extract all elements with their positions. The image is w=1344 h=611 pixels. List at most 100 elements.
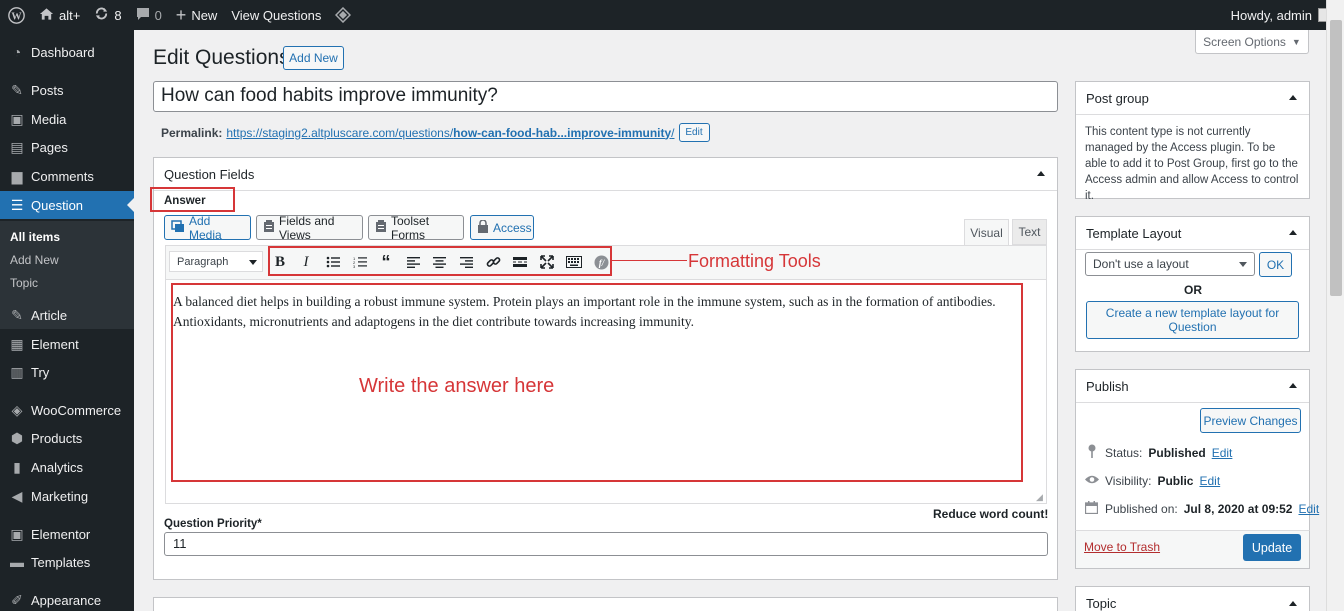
topic-header[interactable]: Topic [1076,587,1309,611]
access-button[interactable]: Access [470,215,534,240]
menu-item-question[interactable]: ☰ Question [0,191,134,219]
permalink-label: Permalink: [161,125,223,140]
comments-icon: ▆ [11,167,23,184]
menu-item-appearance[interactable]: ✐ Appearance [0,586,134,611]
annotation-line [612,260,687,261]
view-questions-link[interactable]: View Questions [224,0,328,30]
plus-icon: + [175,5,187,25]
menu-item-woocommerce[interactable]: ◈ WooCommerce [0,396,134,424]
answer-area-highlight-box [171,283,1023,482]
menu-item-analytics[interactable]: ▮ Analytics [0,453,134,481]
new-content-link[interactable]: + New [169,0,225,30]
menu-item-try[interactable]: ▥ Try [0,358,134,386]
caret-down-icon: ▼ [1291,36,1301,47]
new-label: New [191,7,218,23]
post-title-input[interactable]: How can food habits improve immunity? [153,81,1058,112]
bar-chart-icon: ▮ [13,458,21,475]
preview-changes-button[interactable]: Preview Changes [1200,408,1301,433]
menu-item-templates[interactable]: ▬ Templates [0,548,134,576]
permalink-edit-button[interactable]: Edit [678,123,710,142]
fields-and-views-button[interactable]: Fields and Views [256,214,363,242]
toggle-arrow-icon[interactable] [1289,601,1297,606]
layout-ok-button[interactable]: OK [1259,252,1292,277]
menu-item-pages[interactable]: ▤ Pages [0,133,134,161]
admin-bar: W alt+ 8 0 + New View Questions Howdy, a… [0,0,1344,30]
formatting-tools-highlight-box [268,246,612,276]
layout-select[interactable]: Don't use a layout [1085,252,1255,276]
answer-highlight-box [150,187,235,212]
menu-item-label: Element [31,336,79,352]
post-group-title: Post group [1086,90,1149,106]
toolset-icon[interactable] [328,0,358,30]
menu-item-label: Media [31,111,67,127]
media-icon [171,219,185,236]
toggle-arrow-icon[interactable] [1289,383,1297,388]
fields-views-icon [263,219,275,236]
scrollbar-thumb[interactable] [1330,20,1342,296]
status-edit-link[interactable]: Edit [1212,446,1233,460]
comments-link[interactable]: 0 [129,0,169,30]
visibility-label: Visibility: [1105,473,1152,488]
page-scrollbar[interactable] [1326,0,1344,611]
toolset-forms-button[interactable]: Toolset Forms [368,214,464,242]
resize-handle-icon[interactable]: ◢ [1036,492,1043,503]
visibility-edit-link[interactable]: Edit [1199,474,1220,488]
permalink-link[interactable]: https://staging2.altpluscare.com/questio… [226,126,674,140]
add-new-button[interactable]: Add New [283,46,344,70]
menu-item-label: Posts [31,82,64,98]
create-template-layout-button[interactable]: Create a new template layout for Questio… [1086,301,1299,339]
submenu-topic[interactable]: Topic [10,276,38,290]
menu-item-label: Question [31,197,84,213]
template-layout-title: Template Layout [1086,225,1182,241]
post-group-header[interactable]: Post group [1076,82,1309,115]
status-row: Status: Published Edit [1084,444,1232,461]
menu-item-label: WooCommerce [31,402,122,418]
box-icon: ⬢ [10,429,24,446]
priority-label: Question Priority* [164,518,262,530]
toggle-arrow-icon[interactable] [1289,230,1297,235]
updates-link[interactable]: 8 [87,0,128,30]
try-icon: ▥ [10,363,24,380]
permalink-end: / [671,125,675,140]
toggle-arrow-icon[interactable] [1037,171,1045,176]
menu-item-comments[interactable]: ▆ Comments [0,162,134,190]
menu-item-label: Dashboard [31,44,95,60]
tab-text[interactable]: Text [1012,219,1047,245]
menu-item-element[interactable]: ▦ Element [0,330,134,358]
published-edit-link[interactable]: Edit [1298,502,1319,516]
add-media-button[interactable]: Add Media [164,214,251,242]
comment-icon [136,7,150,24]
comments-count: 0 [154,7,162,23]
menu-item-dashboard[interactable]: ◔ Dashboard [0,38,134,66]
tab-visual[interactable]: Visual [964,219,1009,246]
screen-options-button[interactable]: Screen Options ▼ [1195,30,1309,54]
paragraph-format-select[interactable]: Paragraph [169,251,263,272]
screen-options-label: Screen Options [1203,34,1286,49]
site-name-link[interactable]: alt+ [32,0,87,30]
menu-item-marketing[interactable]: ◀ Marketing [0,482,134,510]
wordpress-logo-icon[interactable]: W [0,0,32,30]
priority-input[interactable]: 11 [164,532,1048,556]
toggle-arrow-icon[interactable] [1289,95,1297,100]
next-box [153,597,1058,611]
update-button[interactable]: Update [1243,534,1301,561]
pin-icon: ✎ [11,81,23,98]
dashboard-icon: ◔ [12,44,22,60]
menu-item-label: Pages [31,139,68,155]
publish-title: Publish [1086,378,1129,394]
submenu-all-items[interactable]: All items [10,230,60,244]
template-layout-header[interactable]: Template Layout [1076,217,1309,250]
forms-icon [375,219,387,236]
menu-item-posts[interactable]: ✎ Posts [0,76,134,104]
menu-item-article[interactable]: ✎ Article [0,301,134,329]
move-to-trash-link[interactable]: Move to Trash [1084,540,1160,554]
menu-item-elementor[interactable]: ▣ Elementor [0,520,134,548]
question-fields-header[interactable]: Question Fields [154,158,1057,191]
publish-header[interactable]: Publish [1076,370,1309,403]
question-fields-title: Question Fields [164,166,255,182]
menu-item-products[interactable]: ⬢ Products [0,424,134,452]
menu-item-media[interactable]: ▣ Media [0,105,134,133]
topic-box: Topic [1075,586,1310,611]
submenu-add-new[interactable]: Add New [10,253,59,267]
visibility-row: Visibility: Public Edit [1084,473,1220,488]
